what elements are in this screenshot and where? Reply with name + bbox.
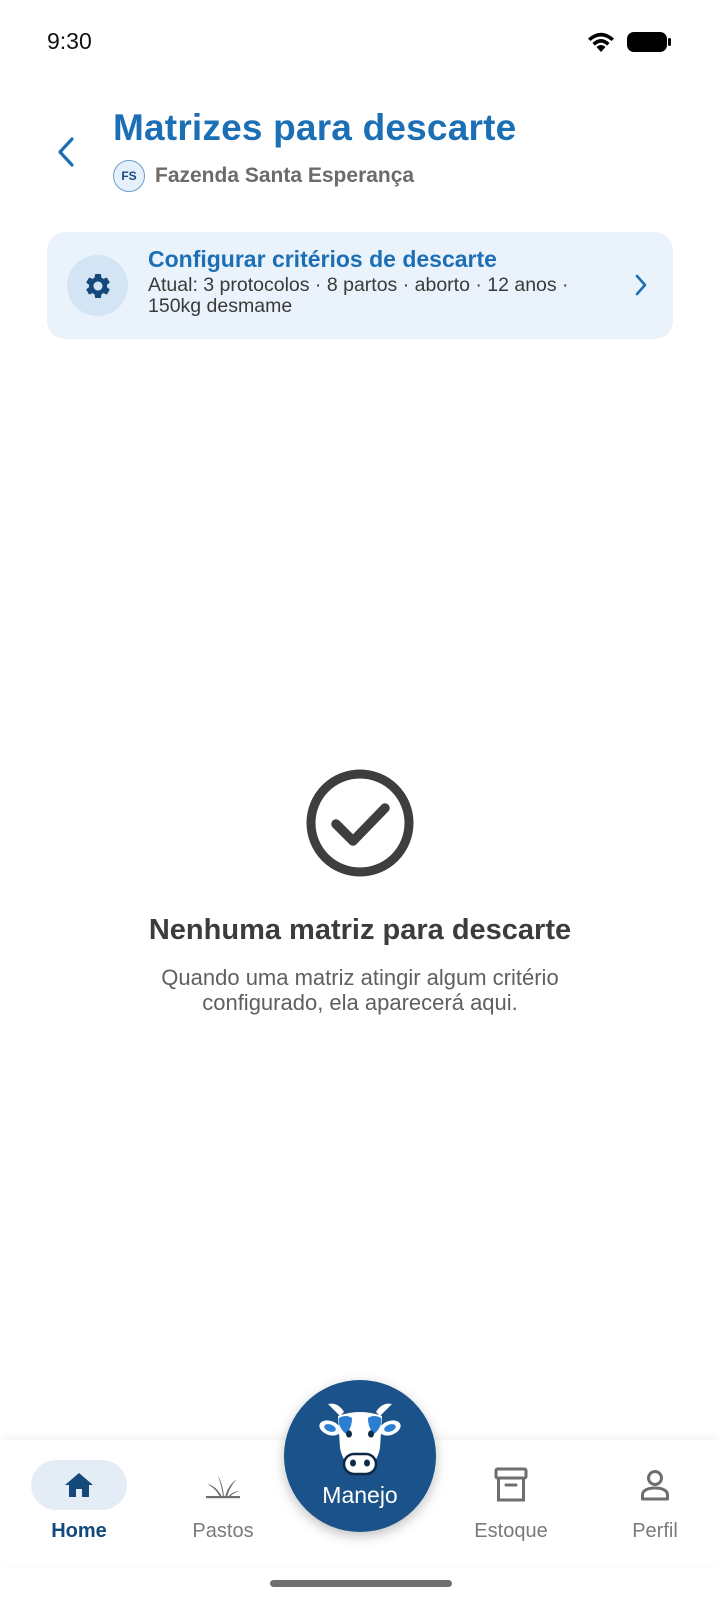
person-icon: [641, 1470, 669, 1501]
farm-avatar: FS: [113, 160, 145, 192]
status-bar: 9:30: [0, 0, 720, 88]
back-button[interactable]: [44, 124, 88, 180]
status-time: 9:30: [47, 28, 92, 54]
config-criteria-card[interactable]: Configurar critérios de descarte Atual: …: [47, 232, 673, 339]
manejo-label: Manejo: [322, 1482, 398, 1508]
farm-name: Fazenda Santa Esperança: [155, 164, 415, 187]
chevron-left-icon: [58, 137, 74, 167]
status-icons: [586, 30, 672, 54]
nav-pastos-pill: [175, 1460, 271, 1510]
config-card-subtitle: Atual: 3 protocolos · 8 partos · aborto …: [148, 274, 569, 317]
nav-perfil-pill: [607, 1460, 703, 1510]
gear-icon: [85, 273, 110, 298]
nav-item-estoque[interactable]: Estoque: [456, 1440, 566, 1566]
nav-label-home: Home: [51, 1520, 107, 1542]
check-circle-icon: [306, 769, 414, 877]
manejo-fab-button[interactable]: Manejo: [284, 1380, 436, 1532]
chevron-right-icon: [627, 270, 655, 300]
wifi-icon: [588, 32, 614, 52]
nav-estoque-pill: [463, 1460, 559, 1510]
cow-icon: [319, 1403, 401, 1476]
nav-item-home[interactable]: Home: [24, 1440, 134, 1566]
nav-item-pastos[interactable]: Pastos: [168, 1440, 278, 1566]
archive-box-icon: [494, 1467, 528, 1502]
nav-home-pill: [31, 1460, 127, 1510]
empty-state-title: Nenhuma matriz para descarte: [148, 914, 572, 946]
gear-icon-circle: [67, 255, 128, 316]
grass-icon: [206, 1476, 240, 1499]
nav-label-estoque: Estoque: [474, 1520, 548, 1542]
nav-item-perfil[interactable]: Perfil: [600, 1440, 710, 1566]
battery-icon: [627, 32, 671, 52]
farm-selector[interactable]: FS Fazenda Santa Esperança: [113, 160, 414, 192]
config-card-title: Configurar critérios de descarte: [148, 246, 497, 272]
nav-label-pastos: Pastos: [192, 1520, 254, 1542]
nav-label-perfil: Perfil: [632, 1520, 678, 1542]
page-title: Matrizes para descarte: [113, 107, 517, 148]
empty-state-message: Quando uma matriz atingir algum critério…: [161, 965, 559, 1015]
home-icon: [65, 1473, 93, 1497]
home-indicator: [270, 1580, 452, 1587]
